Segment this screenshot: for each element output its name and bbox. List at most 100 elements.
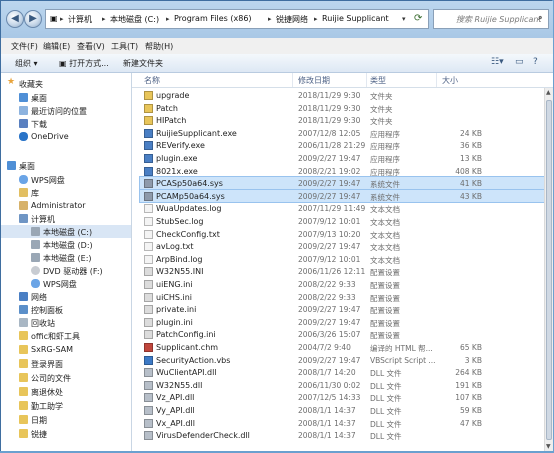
breadcrumb-separator[interactable]: ▸ [314, 14, 318, 23]
file-row[interactable]: Supplicant.chm 2004/7/2 9:40 编译的 HTML 帮...… [140, 341, 544, 354]
file-row[interactable]: Vz_API.dll 2007/12/5 14:33 DLL 文件 107 KB [140, 391, 544, 404]
file-row[interactable]: PatchConfig.ini 2006/3/26 15:07 配置设置 [140, 328, 544, 341]
file-row[interactable]: avLog.txt 2009/2/27 19:47 文本文档 [140, 240, 544, 253]
breadcrumb-separator[interactable]: ▸ [60, 14, 64, 23]
breadcrumb-separator[interactable]: ▸ [268, 14, 272, 23]
view-options-icon[interactable]: ☷▾ [491, 57, 504, 67]
nav-recent[interactable]: 最近访问的位置 [1, 104, 131, 117]
nav-desktop[interactable]: 桌面 [1, 91, 131, 104]
nav-favorites[interactable]: ★ 收藏夹 [1, 77, 131, 90]
nav-desktop-root[interactable]: 桌面 [1, 159, 131, 172]
file-row[interactable]: W32N55.INI 2006/11/26 12:11 配置设置 [140, 265, 544, 278]
refresh-icon[interactable]: ⟳ [414, 13, 422, 24]
nav-folder-leave[interactable]: 离退休处 [1, 385, 131, 398]
nav-control-panel[interactable]: 控制面板 [1, 303, 131, 316]
column-header-date[interactable]: 修改日期 [298, 75, 330, 86]
file-row[interactable]: uiENG.ini 2008/2/22 9:33 配置设置 [140, 278, 544, 291]
address-bar[interactable]: ▣ ▸ 计算机 ▸ 本地磁盘 (C:) ▸ Program Files (x86… [45, 9, 429, 29]
file-row[interactable]: Patch 2018/11/29 9:30 文件夹 [140, 102, 544, 115]
breadcrumb-ruijie[interactable]: 锐捷网络 [276, 14, 308, 25]
breadcrumb-ruijie-supplicant[interactable]: Ruijie Supplicant [322, 14, 389, 23]
nav-folder-diary[interactable]: 日期 [1, 413, 131, 426]
breadcrumb-computer[interactable]: 计算机 [68, 14, 92, 25]
search-icon[interactable]: ⌕ [538, 13, 542, 23]
scroll-down-icon[interactable]: ▼ [546, 443, 551, 450]
forward-icon[interactable]: ▶ [24, 10, 42, 28]
nav-drive-c[interactable]: 本地磁盘 (C:) [1, 225, 131, 238]
file-row[interactable]: PCAMp50a64.sys 2009/2/27 19:47 系统文件 43 KB [139, 188, 544, 204]
menu-file[interactable]: 文件(F) [11, 41, 38, 52]
menu-help[interactable]: 帮助(H) [145, 41, 173, 52]
nav-folder-office[interactable]: offic和虾工具 [1, 329, 131, 342]
search-input[interactable]: 搜索 Ruijie Supplicant ⌕ [433, 9, 549, 29]
file-row[interactable]: ArpBind.log 2007/9/12 10:01 文本文档 [140, 253, 544, 266]
file-row[interactable]: StubSec.log 2007/9/12 10:01 文本文档 [140, 215, 544, 228]
nav-drive-e[interactable]: 本地磁盘 (E:) [1, 251, 131, 264]
file-name: REVerify.exe [156, 141, 205, 151]
nav-onedrive[interactable]: OneDrive [1, 130, 131, 143]
menu-view[interactable]: 查看(V) [77, 41, 105, 52]
nav-drive-d[interactable]: 本地磁盘 (D:) [1, 238, 131, 251]
file-row[interactable]: REVerify.exe 2006/11/28 21:29 应用程序 36 KB [140, 139, 544, 152]
address-dropdown-icon[interactable]: ▾ [402, 14, 406, 23]
menu-edit[interactable]: 编辑(E) [43, 41, 70, 52]
nav-wps[interactable]: WPS网盘 [1, 173, 131, 186]
nav-library[interactable]: 库 [1, 186, 131, 199]
file-size: 191 KB [455, 380, 482, 390]
breadcrumb-separator[interactable]: ▸ [166, 14, 170, 23]
nav-dvd[interactable]: DVD 驱动器 (F:) [1, 264, 131, 277]
new-folder-button[interactable]: 新建文件夹 [123, 58, 163, 69]
nav-wps-drive[interactable]: WPS网盘 [1, 277, 131, 290]
column-header-size[interactable]: 大小 [442, 75, 458, 86]
nav-folder-login[interactable]: 登录界面 [1, 357, 131, 370]
breadcrumb-separator[interactable]: ▸ [102, 14, 106, 23]
file-row[interactable]: WuClientAPI.dll 2008/1/7 14:20 DLL 文件 264 K… [140, 366, 544, 379]
scrollbar-thumb[interactable] [546, 100, 552, 440]
file-row[interactable]: SecurityAction.vbs 2009/2/27 19:47 VBScrip… [140, 354, 544, 367]
nav-administrator[interactable]: Administrator [1, 199, 131, 212]
file-row[interactable]: plugin.ini 2009/2/27 19:47 配置设置 [140, 316, 544, 329]
library-icon [19, 188, 28, 197]
file-row[interactable]: upgrade 2018/11/29 9:30 文件夹 [140, 89, 544, 102]
nav-recycle-bin[interactable]: 回收站 [1, 316, 131, 329]
nav-folder-ruijie[interactable]: 锐捷 [1, 427, 131, 440]
nav-downloads[interactable]: 下载 [1, 117, 131, 130]
column-header-type[interactable]: 类型 [370, 75, 386, 86]
column-divider[interactable] [366, 73, 367, 87]
nav-network[interactable]: 网络 [1, 290, 131, 303]
file-row[interactable]: VirusDefenderCheck.dll 2008/1/1 14:37 DLL … [140, 429, 544, 442]
file-row[interactable]: Vy_API.dll 2008/1/1 14:37 DLL 文件 59 KB [140, 404, 544, 417]
nav-folder-work[interactable]: 勤工助学 [1, 399, 131, 412]
nav-folder-company[interactable]: 公司的文件 [1, 371, 131, 384]
file-row[interactable]: WuaUpdates.log 2007/11/29 11:49 文本文档 [140, 202, 544, 215]
file-date: 2006/11/28 21:29 [298, 141, 366, 151]
file-row[interactable]: RuijieSupplicant.exe 2007/12/8 12:05 应用程序 2… [140, 127, 544, 140]
vertical-scrollbar[interactable]: ▲ ▼ [544, 88, 553, 451]
file-row[interactable]: private.ini 2009/2/27 19:47 配置设置 [140, 303, 544, 316]
nav-folder-sxrg[interactable]: SxRG-SAM [1, 343, 131, 356]
organize-button[interactable]: 组织 ▾ [15, 58, 38, 69]
file-row[interactable]: HIPatch 2018/11/29 9:30 文件夹 [140, 114, 544, 127]
column-header-name[interactable]: 名称 [144, 75, 160, 86]
file-row[interactable]: CheckConfig.txt 2007/9/13 10:20 文本文档 [140, 228, 544, 241]
file-row[interactable]: 8021x.exe 2008/2/21 19:02 应用程序 408 KB [140, 165, 544, 178]
file-date: 2008/2/22 9:33 [298, 280, 356, 289]
menu-tools[interactable]: 工具(T) [111, 41, 138, 52]
file-row[interactable]: PCASp50a64.sys 2009/2/27 19:47 系统文件 41 KB [139, 176, 544, 191]
file-row[interactable]: Vx_API.dll 2008/1/1 14:37 DLL 文件 47 KB [140, 417, 544, 430]
file-type: DLL 文件 [370, 407, 402, 416]
file-row[interactable]: W32N55.dll 2006/11/30 0:02 DLL 文件 191 KB [140, 379, 544, 392]
column-divider[interactable] [436, 73, 437, 87]
file-row[interactable]: uiCHS.ini 2008/2/22 9:33 配置设置 [140, 291, 544, 304]
preview-pane-icon[interactable]: ▭ [515, 57, 524, 67]
breadcrumb-drive-c[interactable]: 本地磁盘 (C:) [110, 14, 159, 25]
open-with-button[interactable]: ▣ 打开方式... [59, 58, 109, 69]
breadcrumb-program-files[interactable]: Program Files (x86) [174, 14, 252, 23]
column-divider[interactable] [292, 73, 293, 87]
back-icon[interactable]: ◀ [6, 10, 24, 28]
file-row[interactable]: plugin.exe 2009/2/27 19:47 应用程序 13 KB [140, 152, 544, 165]
help-icon[interactable]: ? [533, 57, 538, 67]
file-date: 2009/2/27 19:47 [298, 242, 361, 252]
scroll-up-icon[interactable]: ▲ [546, 89, 551, 96]
nav-computer[interactable]: 计算机 [1, 212, 131, 225]
